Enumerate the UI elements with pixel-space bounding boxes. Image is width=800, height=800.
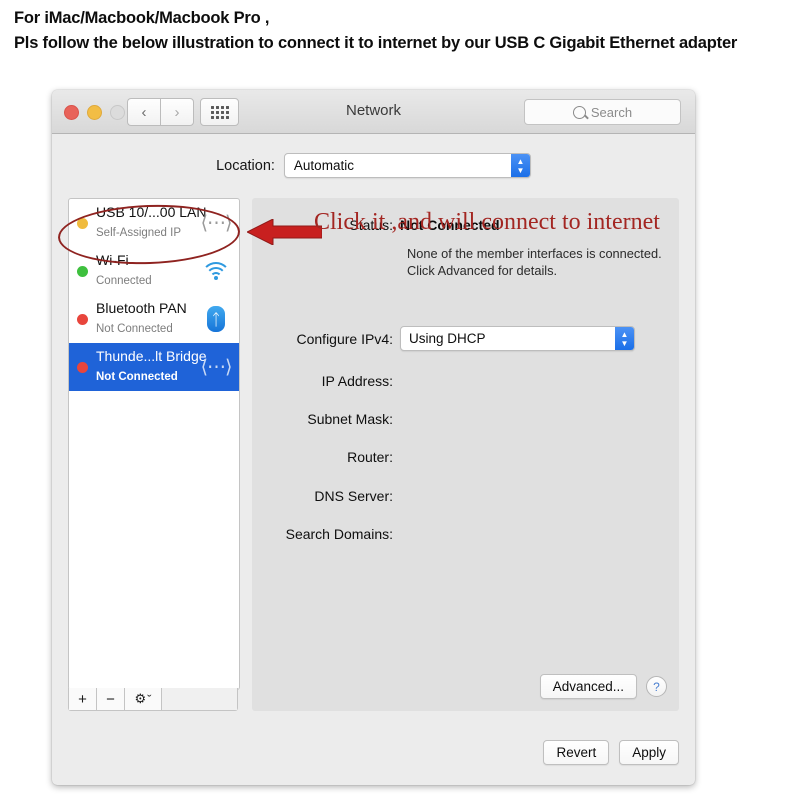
status-dot-icon xyxy=(77,313,88,325)
status-dot-icon xyxy=(77,265,88,277)
window-body: USB 10/...00 LAN Self-Assigned IP ⟨⋯⟩ Wi… xyxy=(68,198,679,785)
location-value: Automatic xyxy=(293,158,354,173)
wifi-icon xyxy=(199,256,233,286)
status-label: Status: xyxy=(349,217,393,233)
service-state: Not Connected xyxy=(96,371,178,383)
field-row-router: Router: xyxy=(252,449,679,465)
service-text: USB 10/...00 LAN Self-Assigned IP xyxy=(96,204,207,242)
service-name: USB 10/...00 LAN xyxy=(96,204,207,221)
field-row-configure-ipv4: Configure IPv4: Using DHCP ▲ ▼ xyxy=(252,326,679,351)
instruction-heading: For iMac/Macbook/Macbook Pro , Pls follo… xyxy=(14,6,800,56)
revert-button[interactable]: Revert xyxy=(543,740,610,765)
plus-icon: + xyxy=(78,690,87,708)
search-placeholder: Search xyxy=(590,104,633,120)
status-dot-icon xyxy=(77,361,88,373)
instruction-line-2: Pls follow the below illustration to con… xyxy=(14,34,738,52)
chevron-updown-icon: ▲ ▼ xyxy=(615,327,634,350)
service-row-thunderbolt-bridge[interactable]: Thunde...lt Bridge Not Connected ⟨⋯⟩ xyxy=(69,343,239,391)
service-row-wifi[interactable]: Wi-Fi Connected xyxy=(69,247,239,295)
service-detail-panel: Status: Not Connected None of the member… xyxy=(252,198,679,711)
bluetooth-icon: ᛏ xyxy=(199,304,233,334)
advanced-button[interactable]: Advanced... xyxy=(539,674,637,699)
advanced-row: Advanced... ? xyxy=(539,674,667,699)
service-row-usb-lan[interactable]: USB 10/...00 LAN Self-Assigned IP ⟨⋯⟩ xyxy=(69,199,239,247)
remove-service-button[interactable]: − xyxy=(97,688,125,710)
service-state: Self-Assigned IP xyxy=(96,227,182,239)
gear-icon: ⚙ xyxy=(134,691,147,706)
service-name: Bluetooth PAN xyxy=(96,300,187,317)
search-icon xyxy=(572,105,586,119)
field-row-dns-server: DNS Server: xyxy=(252,488,679,504)
status-value: Not Connected xyxy=(400,217,500,233)
field-row-ip-address: IP Address: xyxy=(252,373,679,389)
service-text: Thunde...lt Bridge Not Connected xyxy=(96,348,207,386)
service-text: Bluetooth PAN Not Connected xyxy=(96,300,199,338)
dns-server-label: DNS Server: xyxy=(314,488,393,504)
minus-icon: − xyxy=(106,690,115,708)
status-row: Status: Not Connected xyxy=(252,217,679,233)
apply-button[interactable]: Apply xyxy=(619,740,679,765)
status-description: None of the member interfaces is connect… xyxy=(407,245,662,279)
location-dropdown[interactable]: Automatic ▲ ▼ xyxy=(283,153,531,178)
add-service-button[interactable]: + xyxy=(69,688,97,710)
location-label: Location: xyxy=(216,157,275,174)
search-domains-label: Search Domains: xyxy=(285,526,393,542)
router-label: Router: xyxy=(347,449,393,465)
service-name: Thunde...lt Bridge xyxy=(96,348,207,365)
service-row-bluetooth-pan[interactable]: Bluetooth PAN Not Connected ᛏ xyxy=(69,295,239,343)
service-text: Wi-Fi Connected xyxy=(96,252,199,290)
service-list-toolbar: + − ⚙ ˇ xyxy=(68,688,238,711)
ip-address-label: IP Address: xyxy=(321,373,393,389)
field-row-subnet-mask: Subnet Mask: xyxy=(252,411,679,427)
service-name: Wi-Fi xyxy=(96,252,129,269)
instruction-line-1: For iMac/Macbook/Macbook Pro , xyxy=(14,9,270,27)
help-button[interactable]: ? xyxy=(646,676,667,697)
ethernet-icon: ⟨⋯⟩ xyxy=(200,212,233,234)
ethernet-icon: ⟨⋯⟩ xyxy=(200,356,233,378)
configure-ipv4-label: Configure IPv4: xyxy=(296,330,394,347)
configure-ipv4-value: Using DHCP xyxy=(409,331,486,346)
status-dot-icon xyxy=(77,217,88,229)
network-preferences-window: ‹ › Network Search Location: Automatic ▲… xyxy=(52,90,695,785)
status-description-line-1: None of the member interfaces is connect… xyxy=(407,246,662,261)
configure-ipv4-dropdown[interactable]: Using DHCP ▲ ▼ xyxy=(400,326,635,351)
status-description-line-2: Click Advanced for details. xyxy=(407,263,558,278)
chevron-down-icon: ˇ xyxy=(147,691,152,707)
chevron-updown-icon: ▲ ▼ xyxy=(510,154,530,177)
service-state: Connected xyxy=(96,275,152,287)
service-state: Not Connected xyxy=(96,323,173,335)
screenshot-root: For iMac/Macbook/Macbook Pro , Pls follo… xyxy=(0,0,800,800)
subnet-mask-label: Subnet Mask: xyxy=(307,411,393,427)
location-row: Location: Automatic ▲ ▼ xyxy=(52,153,695,178)
service-list[interactable]: USB 10/...00 LAN Self-Assigned IP ⟨⋯⟩ Wi… xyxy=(68,198,240,690)
toolbar-filler xyxy=(162,688,237,710)
service-actions-button[interactable]: ⚙ ˇ xyxy=(125,688,162,710)
window-footer: Revert Apply xyxy=(543,740,679,765)
search-input[interactable]: Search xyxy=(524,99,681,125)
field-row-search-domains: Search Domains: xyxy=(252,526,679,542)
window-titlebar: ‹ › Network Search xyxy=(52,90,695,134)
